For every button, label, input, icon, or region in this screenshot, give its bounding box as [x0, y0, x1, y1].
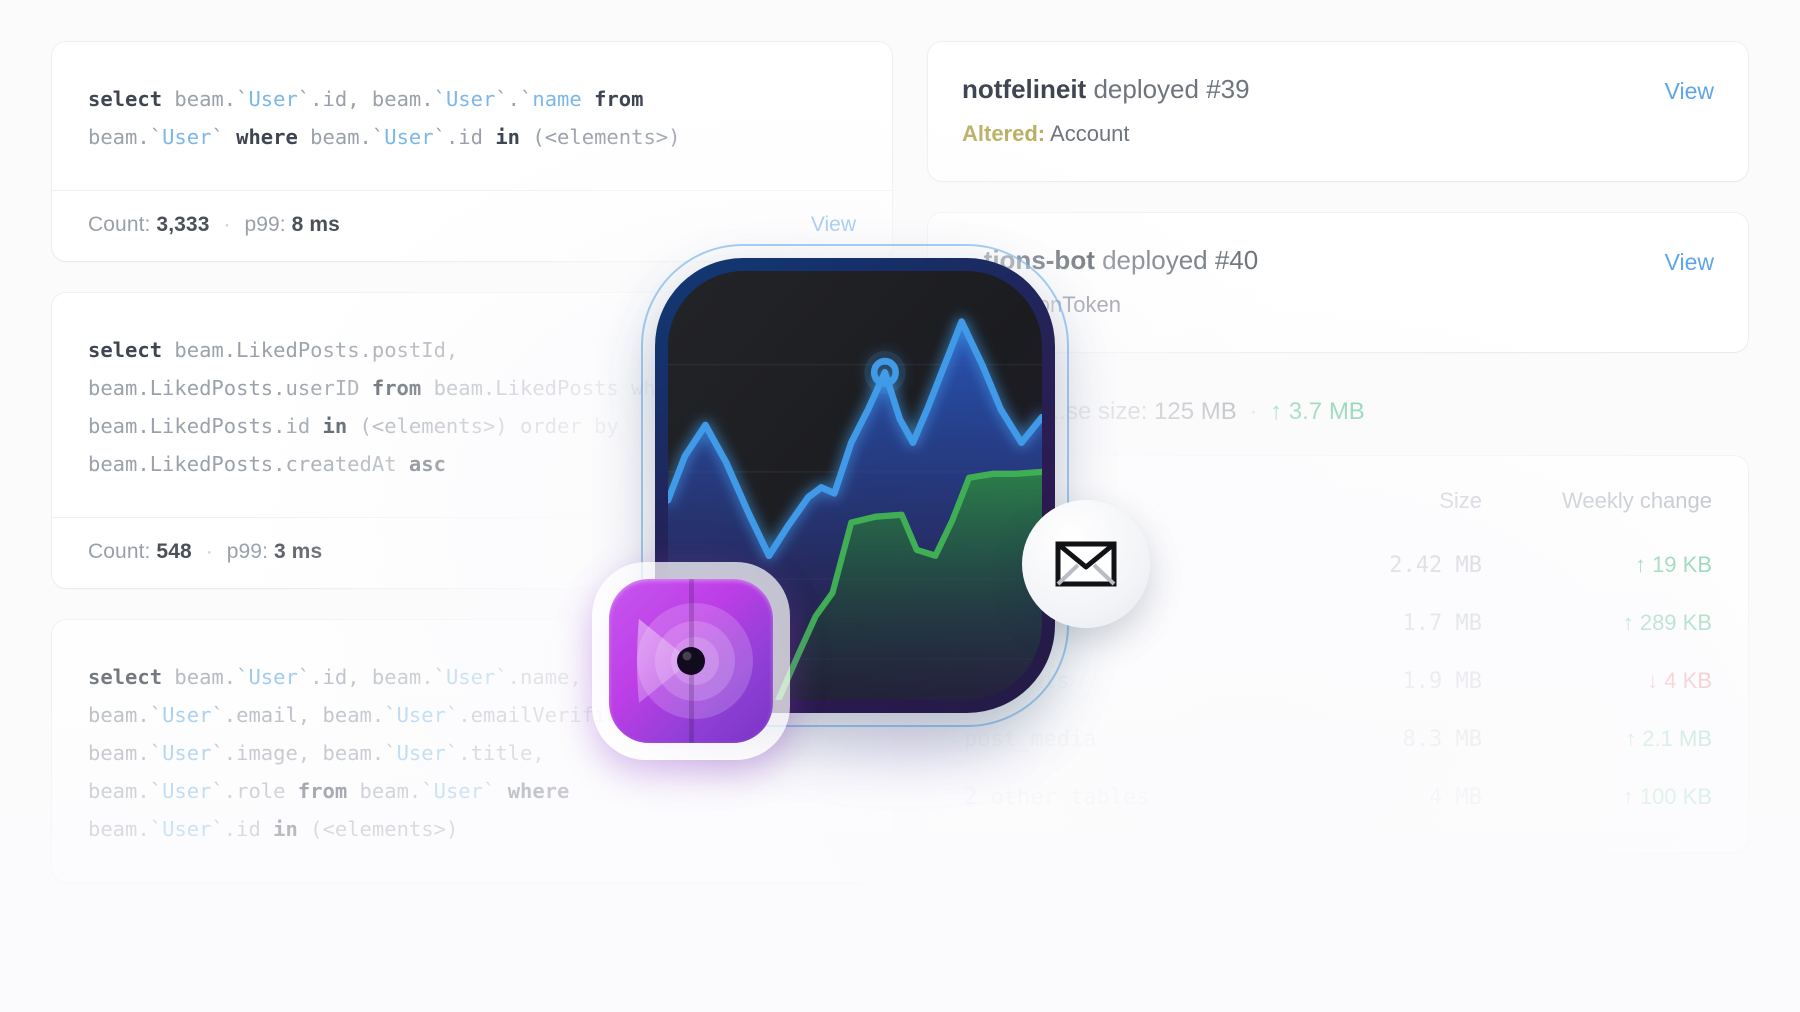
envelope-glyph — [1055, 541, 1117, 587]
envelope-icon[interactable] — [1022, 500, 1150, 628]
floating-icon-layer — [0, 0, 1800, 1012]
podcast-play-icon[interactable] — [538, 508, 844, 814]
podcast-center-dot — [677, 647, 705, 675]
envelope-icon-circle — [1022, 500, 1150, 628]
chart-point-glow — [864, 350, 906, 394]
podcast-glyph — [637, 579, 753, 743]
podcast-icon-body — [609, 579, 773, 743]
podcast-dot-highlight — [682, 651, 692, 661]
